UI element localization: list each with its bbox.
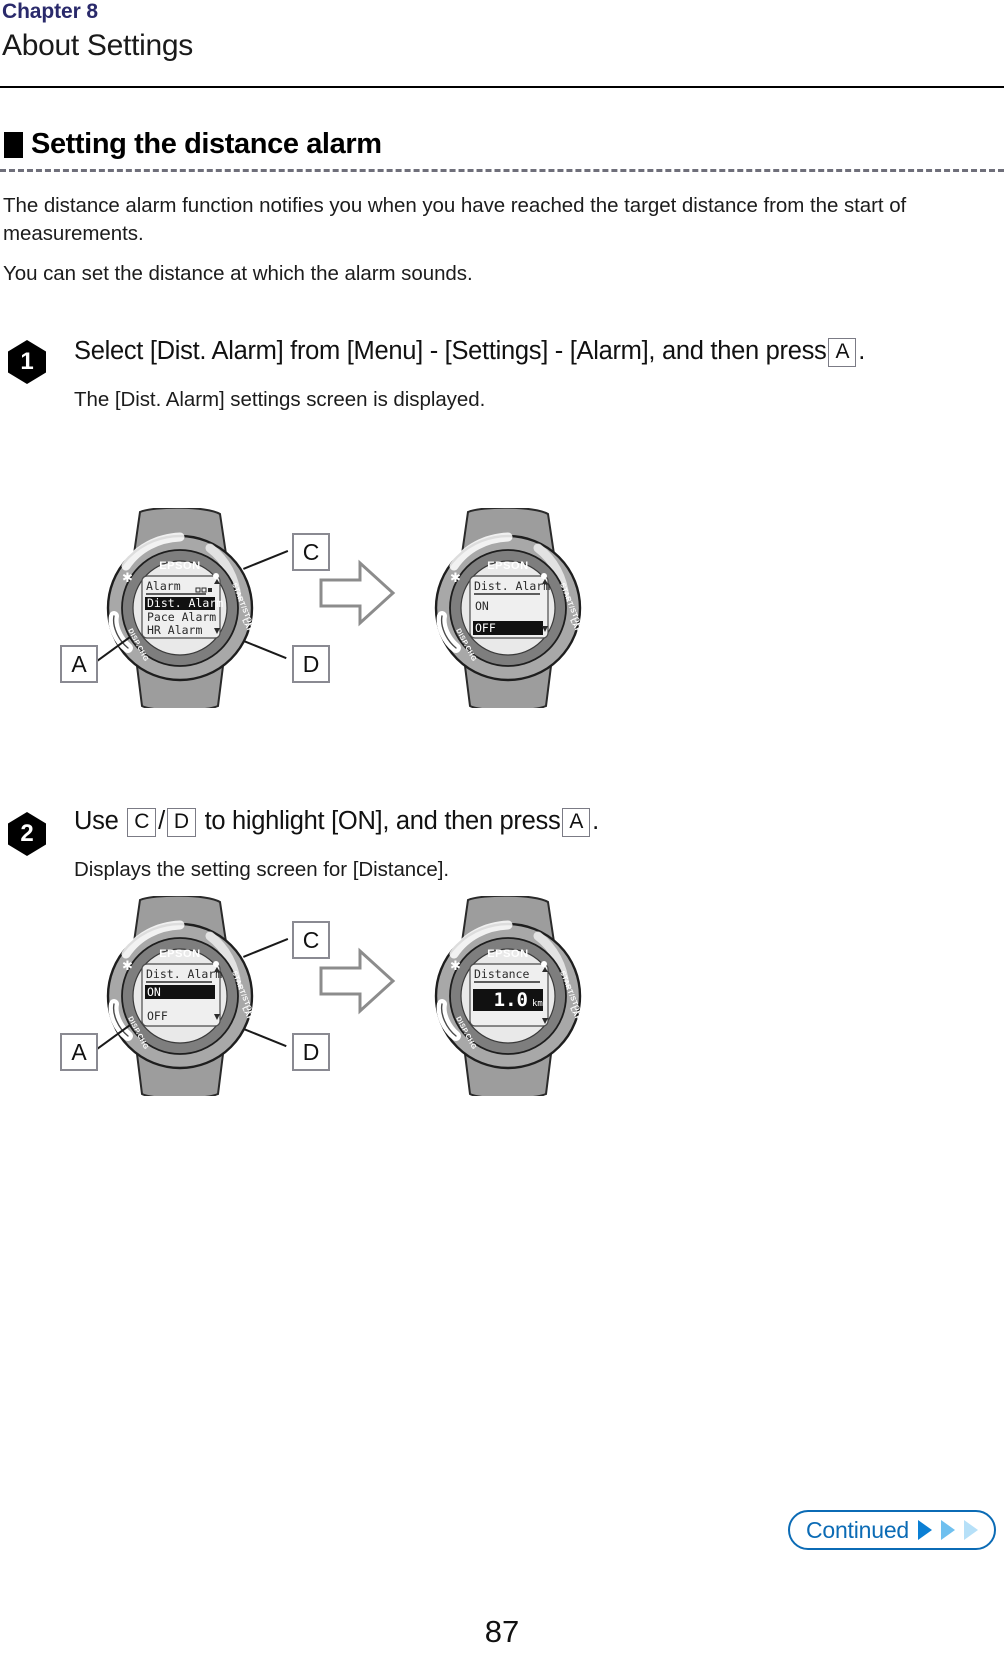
callout-d-2: D: [292, 1033, 330, 1071]
triangle-right-icon-2: [941, 1520, 955, 1540]
step-2-body: Use C / D to highlight [ON], and then pres…: [74, 800, 944, 884]
watch-brand: EPSON: [159, 948, 201, 960]
key-d-icon: D: [166, 808, 196, 837]
continued-button[interactable]: Continued: [787, 1510, 996, 1550]
watch-illustration-distance-value: EPSON Distance 1.0 km START/STOP LAP/RES…: [420, 896, 595, 1096]
page-title: About Settings: [2, 29, 193, 62]
step-1-title: Select [Dist. Alarm] from [Menu] - [Sett…: [74, 330, 944, 372]
step-2-title-period: .: [592, 807, 599, 835]
step-2-title: Use C / D to highlight [ON], and then pres…: [74, 800, 944, 842]
watch-illustration-dist-alarm-on: EPSON Dist. Alarm ON OFF START/STOP LAP/…: [92, 896, 267, 1096]
chapter-label: Chapter 8: [2, 0, 98, 23]
lcd-title: Dist. Alarm: [474, 579, 550, 593]
header-divider: [0, 86, 1004, 88]
continued-label: Continued: [805, 1516, 909, 1543]
figure-1: EPSON Alarm Dist. Alarm Pace Alarm HR Al…: [0, 500, 1004, 708]
section-divider: [0, 169, 1004, 172]
page-number: 87: [484, 1614, 520, 1649]
step-2-note: Displays the setting screen for [Distanc…: [74, 858, 449, 881]
step-1-title-period: .: [858, 337, 865, 365]
lcd-title: Dist. Alarm: [146, 967, 222, 981]
section-heading-label: Setting the distance alarm: [31, 128, 382, 160]
backlight-icon: ✱: [122, 958, 133, 973]
lcd-distance-unit: km: [532, 999, 543, 1009]
lcd-row-highlighted: Dist. Alarm: [147, 596, 223, 610]
square-bullet-icon: [4, 131, 23, 158]
step-2-slash: /: [158, 807, 165, 835]
callout-a-2: A: [60, 1033, 98, 1071]
backlight-icon: ✱: [122, 570, 133, 585]
backlight-icon: ✱: [450, 570, 461, 585]
step-1-number: 1: [8, 340, 46, 384]
callout-c-2: C: [292, 921, 330, 959]
watch-illustration-dist-alarm-off: EPSON Dist. Alarm ON OFF START/STOP LAP/…: [420, 508, 595, 708]
lcd-distance-value: 1.0: [494, 989, 528, 1011]
key-a-icon-2: A: [562, 808, 591, 837]
callout-a: A: [60, 645, 98, 683]
lcd-row-off-highlighted: OFF: [475, 621, 496, 635]
intro-paragraph-2: You can set the distance at which the al…: [3, 262, 473, 285]
intro-paragraph-1: The distance alarm function notifies you…: [3, 194, 907, 245]
step-1-title-text: Select [Dist. Alarm] from [Menu] - [Sett…: [74, 337, 827, 365]
backlight-icon: ✱: [450, 958, 461, 973]
lcd-row-on: ON: [475, 599, 489, 613]
step-1-body: Select [Dist. Alarm] from [Menu] - [Sett…: [74, 330, 944, 414]
watch-illustration-alarm-menu: EPSON Alarm Dist. Alarm Pace Alarm HR Al…: [92, 508, 267, 708]
lcd-row-2: Pace Alarm: [147, 610, 216, 624]
key-c-icon: C: [127, 808, 157, 837]
lcd-row-off: OFF: [147, 1009, 168, 1023]
triangle-right-icon-3: [964, 1520, 978, 1540]
step-1-note: The [Dist. Alarm] settings screen is dis…: [74, 388, 486, 411]
step-2-title-text-2: to highlight [ON], and then press: [204, 807, 561, 835]
callout-c: C: [292, 533, 330, 571]
callout-d: D: [292, 645, 330, 683]
figure-2: EPSON Dist. Alarm ON OFF START/STOP LAP/…: [0, 888, 1004, 1096]
section-heading: Setting the distance alarm: [4, 128, 382, 161]
watch-brand: EPSON: [487, 948, 529, 960]
lcd-row-3: HR Alarm: [147, 623, 202, 637]
watch-brand: EPSON: [487, 560, 529, 572]
watch-brand: EPSON: [159, 560, 201, 572]
step-2-title-text-1: Use: [74, 807, 119, 835]
key-a-icon: A: [828, 338, 857, 367]
step-2-number: 2: [8, 812, 46, 856]
intro-paragraphs: The distance alarm function notifies you…: [3, 192, 963, 288]
triangle-right-icon-1: [918, 1520, 932, 1540]
lcd-row-on-highlighted: ON: [147, 985, 161, 999]
lcd-title: Alarm: [146, 579, 181, 593]
lcd-title: Distance: [474, 967, 529, 981]
